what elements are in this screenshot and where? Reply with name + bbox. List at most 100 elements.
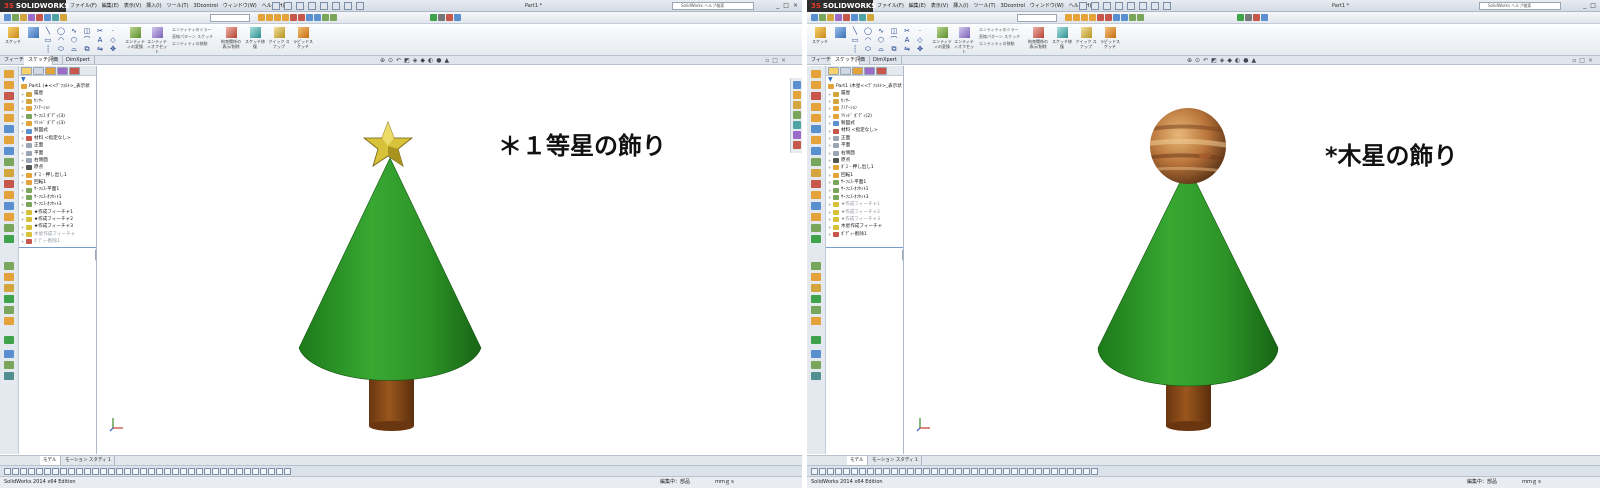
grid-side-icon[interactable] — [811, 336, 821, 344]
tab-dimxpert[interactable]: DimXpert — [869, 56, 902, 65]
trim-tool-icon[interactable]: ✂ — [901, 27, 913, 35]
tree-item[interactable]: + ｾﾝｻｰ — [21, 98, 96, 105]
zoom-area-icon[interactable]: ⊙ — [1195, 58, 1200, 64]
mirror-side-icon[interactable] — [811, 147, 821, 155]
viewport-restore-icon[interactable]: ▫ — [765, 58, 769, 64]
centerline-icon[interactable]: ┆ — [849, 45, 861, 53]
view-icon-9[interactable] — [68, 468, 75, 475]
move-tool-icon[interactable]: ✥ — [914, 45, 926, 53]
tab-model[interactable]: モデル — [847, 456, 868, 465]
axis-side-icon[interactable] — [811, 213, 821, 221]
view-icon-19[interactable] — [148, 468, 155, 475]
file-explorer-icon[interactable] — [793, 101, 801, 109]
sketch-tool-icon[interactable] — [811, 14, 818, 21]
polygon-tool-icon[interactable]: ⬡ — [68, 36, 80, 44]
sweep-boss-icon[interactable] — [1081, 14, 1088, 21]
ellipse-tool-icon[interactable]: ⬭ — [862, 45, 874, 53]
tree-item[interactable]: + ★作成フィーチャ1 — [828, 201, 903, 208]
loft-boss-icon[interactable] — [282, 14, 289, 21]
pattern-side-icon[interactable] — [811, 136, 821, 144]
view-icon-16[interactable] — [124, 468, 131, 475]
view-icon-4[interactable] — [28, 468, 35, 475]
view-icon-28[interactable] — [1027, 468, 1034, 475]
view-icon-6[interactable] — [851, 468, 858, 475]
display-style-icon[interactable]: ◆ — [1227, 58, 1232, 64]
revolve-side-icon[interactable] — [811, 81, 821, 89]
tree-item[interactable]: + 木星作成フィーチャ — [21, 231, 96, 238]
rapid-sketch-button[interactable]: ラピッドスケッチ — [1099, 27, 1121, 49]
tree-item[interactable]: + 正面 — [21, 142, 96, 149]
view-icon-25[interactable] — [196, 468, 203, 475]
surface-fill-side-icon[interactable] — [4, 284, 14, 292]
edit-appearance-icon[interactable]: ● — [1243, 58, 1248, 64]
dimxpert-tab[interactable] — [57, 67, 68, 75]
view-icon-26[interactable] — [1011, 468, 1018, 475]
surface-knit-side-icon[interactable] — [4, 295, 14, 303]
tree-item[interactable]: + 製図式 — [21, 127, 96, 134]
surface-extrude-side-icon[interactable] — [811, 273, 821, 281]
smart-dimension-button[interactable] — [22, 27, 44, 39]
undo-icon[interactable] — [320, 2, 328, 10]
surface-trim-side-icon[interactable] — [811, 317, 821, 325]
options-icon[interactable] — [356, 2, 364, 10]
tree-item[interactable]: + ｾﾝｻｰ — [828, 98, 903, 105]
menu-file[interactable]: ファイル(F) — [70, 0, 97, 12]
tree-item[interactable]: + 製図式 — [828, 120, 903, 127]
tree-item[interactable]: + 右側面 — [828, 150, 903, 157]
revolve-boss-icon[interactable] — [266, 14, 273, 21]
view-icon-31[interactable] — [1051, 468, 1058, 475]
menu-view[interactable]: 表示(V) — [124, 0, 141, 12]
menu-view[interactable]: 表示(V) — [931, 0, 948, 12]
view-icon-11[interactable] — [891, 468, 898, 475]
offset-entities-button[interactable]: エンティティオフセット — [146, 27, 168, 54]
measure-tool-icon[interactable] — [28, 14, 35, 21]
arc-tool-icon[interactable]: ◠ — [862, 36, 874, 44]
view-icon-31[interactable] — [244, 468, 251, 475]
rollback-bar[interactable] — [19, 247, 96, 248]
view-icon-1[interactable] — [811, 468, 818, 475]
pattern-side-icon[interactable] — [4, 136, 14, 144]
view-icon-32[interactable] — [252, 468, 259, 475]
view-icon-14[interactable] — [915, 468, 922, 475]
save-icon[interactable] — [296, 2, 304, 10]
move-entities-button[interactable]: エンティティの移動 — [172, 41, 208, 47]
view-icon-30[interactable] — [236, 468, 243, 475]
view-icon-34[interactable] — [268, 468, 275, 475]
instant3d-side-icon[interactable] — [811, 235, 821, 243]
cut-side-icon[interactable] — [811, 92, 821, 100]
text-tool-icon[interactable]: A — [94, 36, 106, 44]
view-icon-20[interactable] — [156, 468, 163, 475]
view-icon-35[interactable] — [1083, 468, 1090, 475]
tree-item[interactable]: + ★作成フィーチャ3 — [21, 223, 96, 230]
cut-side-icon[interactable] — [4, 92, 14, 100]
section-view-icon[interactable]: ◩ — [404, 58, 410, 64]
rebuild-icon[interactable] — [344, 2, 352, 10]
select-icon[interactable] — [332, 2, 340, 10]
sketch-side-icon[interactable] — [4, 372, 14, 380]
hole-side-icon[interactable] — [4, 191, 14, 199]
plane-tool-icon[interactable]: ◇ — [107, 36, 119, 44]
chamfer-icon[interactable] — [1121, 14, 1128, 21]
view-icon-29[interactable] — [1035, 468, 1042, 475]
tree-item[interactable]: + ｻｰﾌｪｽ-ｵﾌｾｯﾄ3 — [21, 201, 96, 208]
open-icon[interactable] — [284, 2, 292, 10]
open-icon[interactable] — [1091, 2, 1099, 10]
view-icon-13[interactable] — [100, 468, 107, 475]
polygon-tool-icon[interactable]: ⬡ — [875, 36, 887, 44]
tree-item[interactable]: + ｻｰﾌｪｽ-平面1 — [828, 179, 903, 186]
menu-file[interactable]: ファイル(F) — [877, 0, 904, 12]
extrude-side-icon[interactable] — [811, 70, 821, 78]
weld-tool-icon[interactable] — [60, 14, 67, 21]
sketch-tool-icon[interactable] — [4, 14, 11, 21]
view-icon-28[interactable] — [220, 468, 227, 475]
zoom-area-icon[interactable]: ⊙ — [388, 58, 393, 64]
view-icon-2[interactable] — [12, 468, 19, 475]
play-icon[interactable] — [430, 14, 437, 21]
plane-side-icon[interactable] — [811, 202, 821, 210]
view-icon-5[interactable] — [843, 468, 850, 475]
point-tool-icon[interactable]: · — [107, 27, 119, 35]
custom-properties-icon[interactable] — [793, 131, 801, 139]
options-icon[interactable] — [1163, 2, 1171, 10]
grid-side-icon[interactable] — [4, 336, 14, 344]
tree-item[interactable]: + 履歴 — [828, 90, 903, 97]
